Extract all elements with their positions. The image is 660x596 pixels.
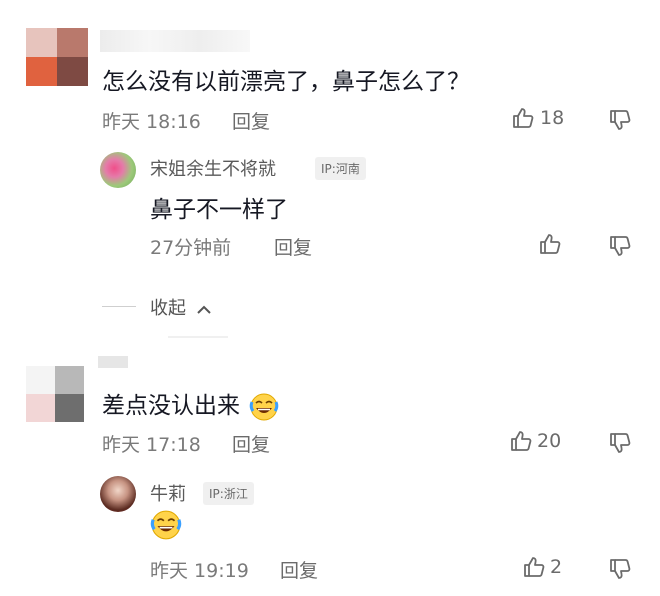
comment-text-content: 差点没认出来 — [102, 393, 240, 419]
collapse-divider — [102, 306, 136, 307]
username-blurred[interactable] — [100, 30, 250, 52]
reply-button[interactable]: 回复 — [232, 107, 270, 134]
comment-text: 怎么没有以前漂亮了，鼻子怎么了？ — [102, 69, 470, 95]
thumb-up-icon[interactable] — [509, 429, 533, 453]
thumb-up-icon[interactable] — [522, 555, 546, 579]
like-count: 18 — [540, 107, 565, 129]
reply-username[interactable]: 宋姐余生不将就 — [150, 155, 276, 181]
collapse-label: 收起 — [150, 298, 186, 319]
thumb-down-icon[interactable] — [608, 557, 632, 581]
reply-avatar[interactable] — [100, 152, 136, 188]
comment-text: 差点没认出来 — [102, 386, 279, 422]
chevron-up-icon — [196, 299, 212, 320]
reply-avatar[interactable] — [100, 476, 136, 512]
thumb-down-icon[interactable] — [608, 234, 632, 258]
reply-username[interactable]: 牛莉 — [150, 480, 186, 506]
like-count: 20 — [537, 430, 562, 452]
username-blurred[interactable] — [98, 356, 128, 368]
avatar[interactable] — [26, 366, 84, 422]
thumb-down-icon[interactable] — [608, 431, 632, 455]
thumb-up-icon[interactable] — [538, 232, 562, 256]
reply-time: 27分钟前 — [150, 237, 232, 259]
laughing-emoji-icon — [249, 392, 279, 422]
reply-text: 鼻子不一样了 — [150, 197, 288, 223]
reply-button[interactable]: 回复 — [274, 233, 312, 260]
like-count: 2 — [550, 556, 563, 578]
reply-time: 昨天 19:19 — [150, 560, 249, 582]
comment-time: 昨天 18:16 — [102, 111, 201, 133]
divider — [168, 336, 228, 338]
avatar[interactable] — [26, 28, 88, 86]
laughing-emoji-icon — [150, 509, 182, 541]
comment-time: 昨天 17:18 — [102, 434, 201, 456]
collapse-button[interactable]: 收起 — [150, 294, 212, 320]
reply-button[interactable]: 回复 — [280, 556, 318, 583]
ip-location-badge: IP:浙江 — [203, 482, 254, 505]
thumb-down-icon[interactable] — [608, 108, 632, 132]
reply-button[interactable]: 回复 — [232, 430, 270, 457]
ip-location-badge: IP:河南 — [315, 157, 366, 180]
thumb-up-icon[interactable] — [511, 106, 535, 130]
